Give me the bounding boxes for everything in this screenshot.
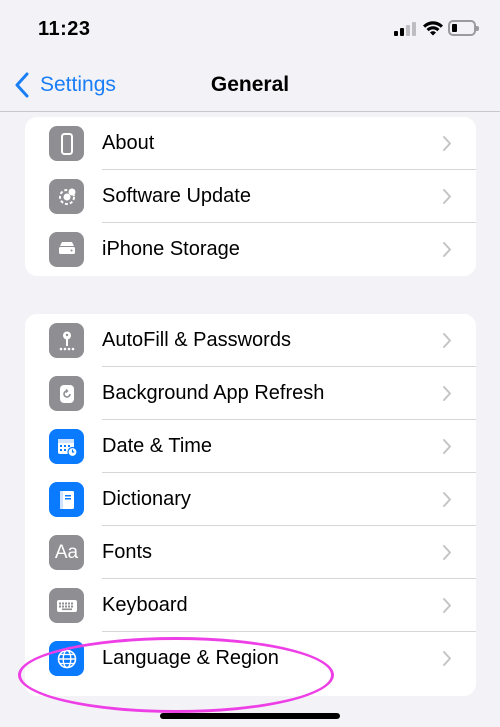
chevron-right-icon — [443, 136, 451, 151]
book-icon — [49, 482, 84, 517]
row-label: Keyboard — [102, 594, 188, 616]
row-autofill-passwords[interactable]: AutoFill & Passwords — [25, 314, 476, 367]
row-dictionary[interactable]: Dictionary — [25, 473, 476, 526]
phone-icon — [49, 126, 84, 161]
page-title: General — [210, 73, 290, 96]
battery-icon — [448, 20, 479, 36]
row-label: Software Update — [102, 185, 251, 207]
row-label: Language & Region — [102, 647, 279, 669]
row-date-time[interactable]: Date & Time — [25, 420, 476, 473]
row-label: Date & Time — [102, 435, 213, 457]
globe-icon — [49, 641, 84, 676]
fonts-icon-text: Aa — [54, 541, 79, 563]
chevron-right-icon — [443, 598, 451, 613]
chevron-right-icon — [443, 651, 451, 666]
chevron-right-icon — [443, 492, 451, 507]
row-label: About — [102, 132, 155, 154]
fonts-icon: Aa — [49, 535, 84, 570]
row-label: AutoFill & Passwords — [102, 329, 291, 351]
row-iphone-storage[interactable]: iPhone Storage — [25, 223, 476, 276]
row-label: Fonts — [102, 541, 153, 563]
refresh-icon — [49, 376, 84, 411]
cellular-signal-icon — [394, 22, 416, 36]
home-indicator — [160, 713, 340, 719]
chevron-right-icon — [443, 189, 451, 204]
calendar-clock-icon — [49, 429, 84, 464]
row-software-update[interactable]: Software Update — [25, 170, 476, 223]
row-label: iPhone Storage — [102, 238, 240, 260]
settings-group-1: About Software Update iPhone Storage — [25, 117, 476, 276]
chevron-right-icon — [443, 439, 451, 454]
row-label: Dictionary — [102, 488, 191, 510]
status-time: 11:23 — [38, 18, 91, 40]
key-icon — [49, 323, 84, 358]
status-bar: 11:23 — [0, 0, 500, 60]
row-fonts[interactable]: Aa Fonts — [25, 526, 476, 579]
row-label: Background App Refresh — [102, 382, 325, 404]
row-keyboard[interactable]: Keyboard — [25, 579, 476, 632]
chevron-right-icon — [443, 386, 451, 401]
chevron-right-icon — [443, 333, 451, 348]
chevron-right-icon — [443, 242, 451, 257]
row-about[interactable]: About — [25, 117, 476, 170]
settings-group-2: AutoFill & Passwords Background App Refr… — [25, 314, 476, 696]
navigation-bar: Settings General — [0, 60, 500, 112]
keyboard-icon — [49, 588, 84, 623]
row-language-region[interactable]: Language & Region — [25, 632, 476, 685]
storage-icon — [49, 232, 84, 267]
wifi-icon — [423, 21, 443, 36]
chevron-right-icon — [443, 545, 451, 560]
gear-icon — [49, 179, 84, 214]
row-background-app-refresh[interactable]: Background App Refresh — [25, 367, 476, 420]
